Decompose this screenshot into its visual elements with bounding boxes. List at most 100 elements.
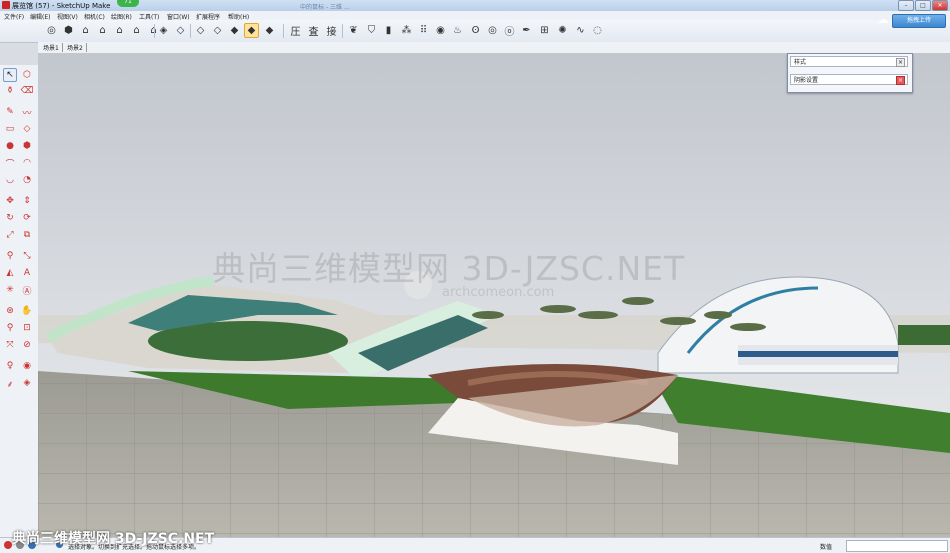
- 3d-text-icon[interactable]: Ⓐ: [20, 283, 34, 297]
- rotate-icon[interactable]: ↻: [3, 211, 17, 225]
- shaded-icon[interactable]: ◆: [227, 23, 242, 38]
- rotated-rectangle-icon[interactable]: ◇: [20, 122, 34, 136]
- intersect-icon[interactable]: 接: [324, 23, 339, 38]
- wireframe-icon[interactable]: ◇: [193, 23, 208, 38]
- measurements-input[interactable]: [846, 540, 948, 552]
- upload-area: ☁ 拖拽上传: [875, 12, 947, 28]
- shadow-settings-item[interactable]: 阴影设置 ×: [790, 74, 908, 85]
- protractor-icon[interactable]: ◭: [3, 266, 17, 280]
- plugin-dots-icon[interactable]: ⠿: [416, 23, 431, 38]
- maximize-button[interactable]: □: [915, 0, 931, 11]
- pie-icon[interactable]: ◔: [20, 173, 34, 187]
- freehand-icon[interactable]: 〰: [20, 105, 34, 119]
- notification-badge[interactable]: 71: [117, 0, 139, 7]
- styles-panel-label: 样式: [794, 59, 807, 66]
- select-icon[interactable]: ↖: [3, 68, 17, 82]
- minimize-button[interactable]: –: [898, 0, 914, 11]
- plugin-wave-icon[interactable]: ∿: [573, 23, 588, 38]
- polygon-icon[interactable]: ⬢: [20, 139, 34, 153]
- paint-bucket-icon[interactable]: ⚱: [3, 84, 17, 98]
- section-plane-icon[interactable]: ◈: [20, 376, 34, 390]
- toolbar-separator: [154, 24, 155, 38]
- plugin-ring-icon[interactable]: ʘ: [468, 23, 483, 38]
- top-view-icon[interactable]: ⌂: [78, 23, 93, 38]
- plugin-grid-icon[interactable]: ⊞: [537, 23, 552, 38]
- position-camera-icon[interactable]: ♀: [3, 359, 17, 373]
- plugin-spiral-icon[interactable]: ⓞ: [502, 23, 517, 38]
- arc-icon[interactable]: ⌒: [3, 156, 17, 170]
- follow-me-icon[interactable]: 査: [306, 23, 321, 38]
- previous-view-icon[interactable]: ⊘: [20, 338, 34, 352]
- zoom-extents-tool-icon[interactable]: ⤧: [3, 338, 17, 352]
- main-toolbar: ◎ ⬢ ⌂ ⌂ ⌂ ⌂ ⌂ ◈ ◇ ◇ ◇ ◆ ◆ ◆ 圧 査 接 ❦ ⛉ ▮ …: [0, 20, 950, 43]
- back-edges-icon[interactable]: ◇: [173, 23, 188, 38]
- back-view-icon[interactable]: ⌂: [129, 23, 144, 38]
- zoom-icon[interactable]: ⚲: [3, 321, 17, 335]
- measurements-label: 数值: [820, 544, 833, 551]
- shadow-close-icon[interactable]: ×: [896, 76, 905, 85]
- cloud-icon: ☁: [877, 13, 889, 26]
- iso-view-icon[interactable]: ⬢: [61, 23, 76, 38]
- window-title-secondary: 中的鼠标 - 三维 …: [300, 4, 350, 11]
- offset-icon[interactable]: ⧉: [20, 228, 34, 242]
- xray-icon[interactable]: ◈: [156, 23, 171, 38]
- push-pull-icon[interactable]: 圧: [288, 23, 303, 38]
- tape-measure-icon[interactable]: ⚲: [3, 249, 17, 263]
- front-view-icon[interactable]: ⌂: [95, 23, 110, 38]
- zoom-extents-icon[interactable]: ◎: [44, 23, 59, 38]
- watermark-bottom: 典尚三维模型网 3D-JZSC.NET: [12, 531, 215, 547]
- geo-location-icon[interactable]: [4, 541, 12, 549]
- drag-upload-button[interactable]: 拖拽上传: [892, 14, 946, 28]
- scale-icon[interactable]: ⤢: [3, 228, 17, 242]
- eraser-icon[interactable]: ⌫: [20, 84, 34, 98]
- hidden-line-icon[interactable]: ◇: [210, 23, 225, 38]
- plugin-drop-icon[interactable]: ♨: [450, 23, 465, 38]
- plugin-target-icon[interactable]: ◉: [433, 23, 448, 38]
- plugin-shuffle-icon[interactable]: ⁂: [399, 23, 414, 38]
- plugin-shield-icon[interactable]: ⛉: [364, 23, 379, 38]
- orbit-icon[interactable]: ⊛: [3, 304, 17, 318]
- three-point-arc-icon[interactable]: ◡: [3, 173, 17, 187]
- plugin-pen-icon[interactable]: ✒: [519, 23, 534, 38]
- shadow-settings-label: 阴影设置: [794, 77, 819, 84]
- sketchup-app-icon: [2, 1, 10, 9]
- toolbar-separator: [342, 24, 343, 38]
- right-view-icon[interactable]: ⌂: [112, 23, 127, 38]
- follow-me-tool-icon[interactable]: ⟳: [20, 211, 34, 225]
- menu-bar: 文件(F) 编辑(E) 视图(V) 相机(C) 绘图(R) 工具(T) 窗口(W…: [0, 11, 950, 21]
- monochrome-icon[interactable]: ◆: [262, 23, 277, 38]
- walk-icon[interactable]: ⸙: [3, 376, 17, 390]
- axes-icon[interactable]: ✳: [3, 283, 17, 297]
- dimension-icon[interactable]: ⤡: [20, 249, 34, 263]
- window-title: 展览馆 (57) - SketchUp Make: [12, 2, 111, 10]
- move-icon[interactable]: ✥: [3, 194, 17, 208]
- zoom-window-icon[interactable]: ⊡: [20, 321, 34, 335]
- panel-close-icon[interactable]: ×: [896, 58, 905, 67]
- plugin-gear-icon[interactable]: ✺: [555, 23, 570, 38]
- left-toolbar: ↖ ⬡ ⚱ ⌫ ✎ 〰 ▭ ◇ ● ⬢ ⌒ ◠ ◡ ◔ ✥ ⇕ ↻ ⟳ ⤢ ⧉ …: [0, 65, 39, 537]
- scenes-bar: 场景1 场景2: [38, 42, 950, 53]
- shaded-textures-icon[interactable]: ◆: [244, 23, 259, 38]
- styles-panel-title[interactable]: 样式 ×: [790, 56, 908, 67]
- close-button[interactable]: ✕: [932, 0, 948, 11]
- pan-icon[interactable]: ✋: [20, 304, 34, 318]
- window-controls: – □ ✕: [898, 0, 948, 11]
- circle-icon[interactable]: ●: [3, 139, 17, 153]
- watermark-url: archcomeon.com: [442, 285, 555, 300]
- styles-panel: 样式 × 阴影设置 ×: [787, 53, 913, 93]
- make-component-icon[interactable]: ⬡: [20, 68, 34, 82]
- tab-scene-2[interactable]: 场景2: [64, 43, 87, 52]
- look-around-icon[interactable]: ◉: [20, 359, 34, 373]
- plugin-leaf-icon[interactable]: ❦: [346, 23, 361, 38]
- text-icon[interactable]: A: [20, 266, 34, 280]
- two-point-arc-icon[interactable]: ◠: [20, 156, 34, 170]
- rectangle-icon[interactable]: ▭: [3, 122, 17, 136]
- plugin-block-icon[interactable]: ▮: [381, 23, 396, 38]
- plugin-swirl-icon[interactable]: ◌: [590, 23, 605, 38]
- plugin-circle-icon[interactable]: ◎: [485, 23, 500, 38]
- toolbar-separator: [283, 24, 284, 38]
- line-icon[interactable]: ✎: [3, 105, 17, 119]
- toolbar-separator: [190, 24, 191, 38]
- tab-scene-1[interactable]: 场景1: [40, 43, 63, 52]
- push-pull-tool-icon[interactable]: ⇕: [20, 194, 34, 208]
